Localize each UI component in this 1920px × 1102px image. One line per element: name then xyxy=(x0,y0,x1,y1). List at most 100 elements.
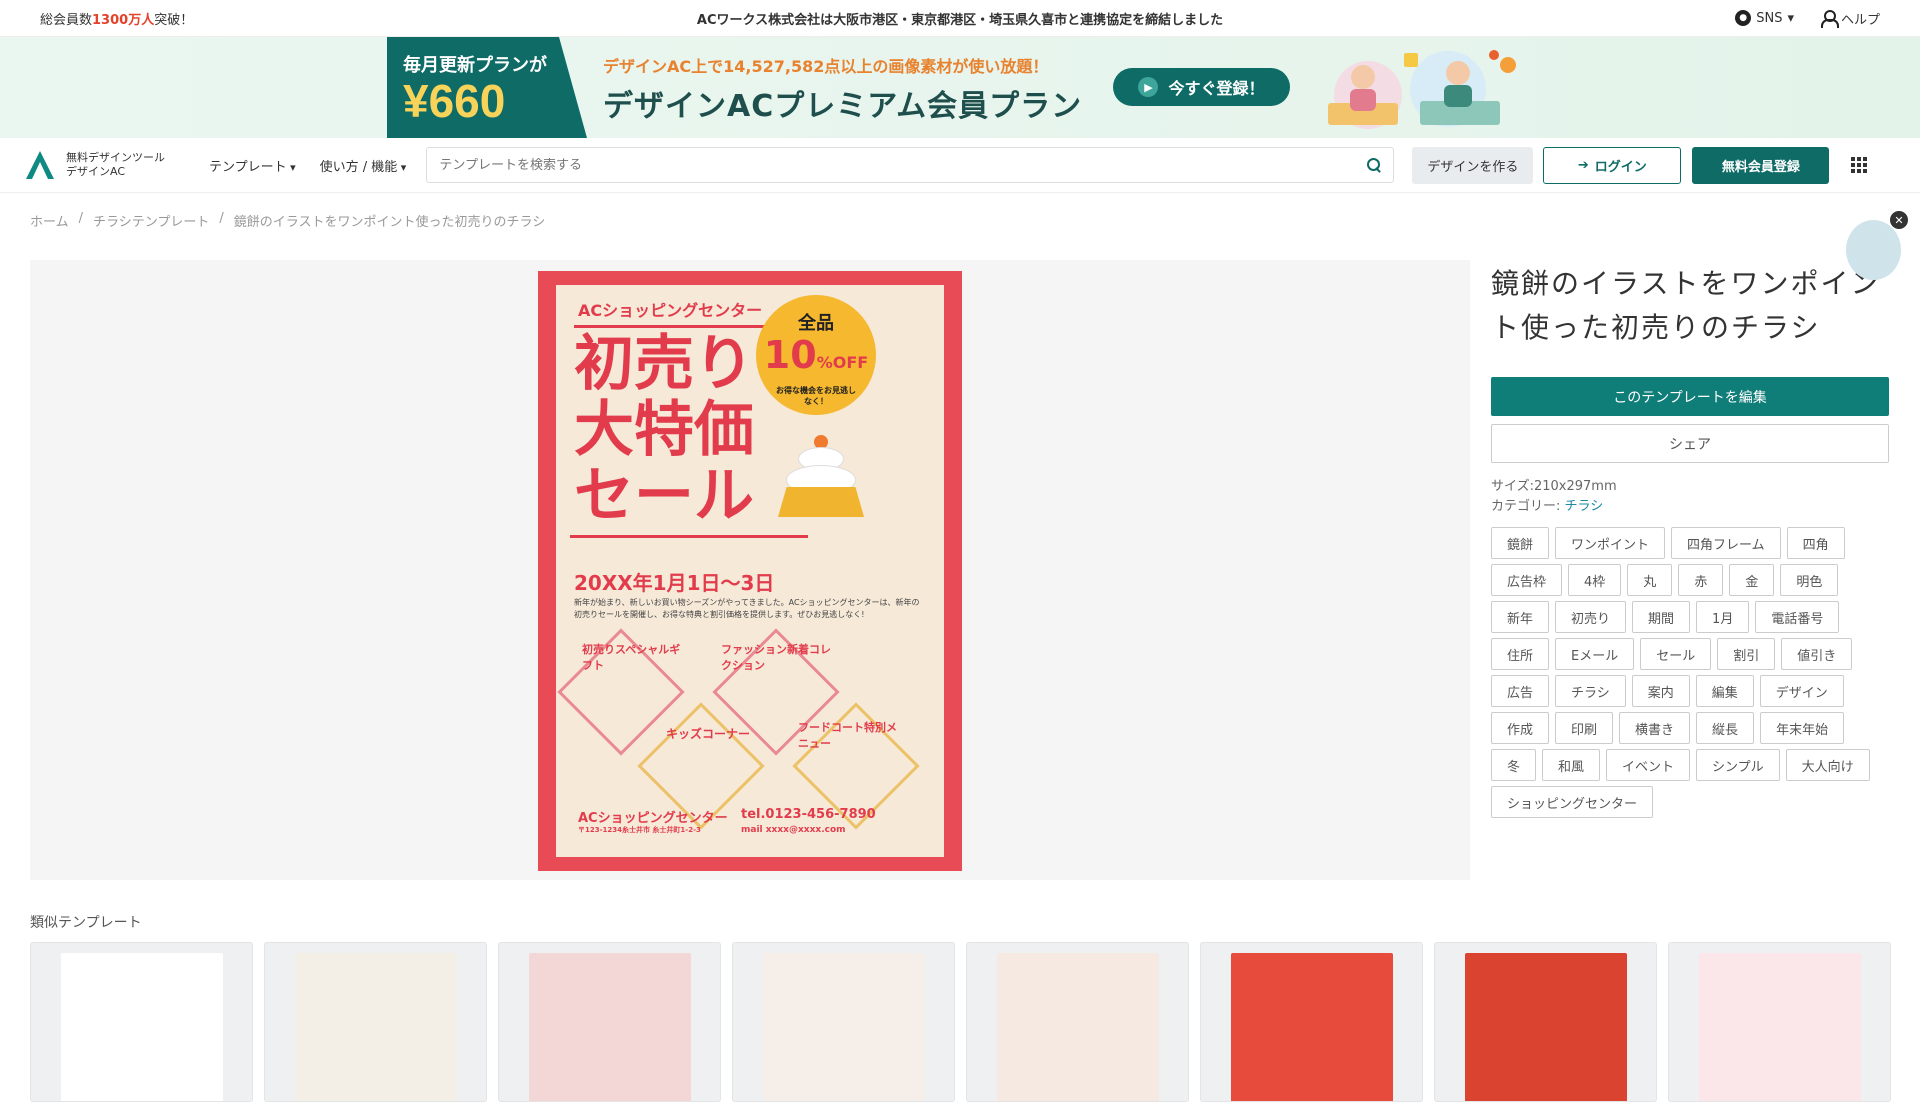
flyer-intro: 新年が始まり、新しいお買い物シーズンがやってきました。ACショッピングセンターは… xyxy=(574,598,920,619)
tag-item[interactable]: 横書き xyxy=(1619,712,1691,744)
category-link[interactable]: チラシ xyxy=(1565,499,1604,514)
help-link[interactable]: ヘルプ xyxy=(1820,9,1880,28)
tag-item[interactable]: 案内 xyxy=(1631,675,1690,707)
breadcrumb-flyer-templates[interactable]: チラシテンプレート xyxy=(93,211,209,230)
similar-template-card[interactable] xyxy=(1668,942,1891,1102)
flyer-item-1: 初売りスペシャルギフト xyxy=(582,643,681,672)
tag-item[interactable]: 電話番号 xyxy=(1755,601,1840,633)
login-icon: ➔ xyxy=(1577,157,1589,173)
template-preview: ACショッピングセンター 初売り 大特価 セール 全品 10%OFF お得な機会… xyxy=(30,260,1470,880)
template-info-panel: 鏡餅のイラストをワンポイント使った初売りのチラシ このテンプレートを編集 シェア… xyxy=(1491,262,1891,818)
nav-templates[interactable]: テンプレート xyxy=(209,156,296,175)
similar-template-card[interactable] xyxy=(30,942,253,1102)
tag-item[interactable]: ショッピングセンター xyxy=(1491,786,1654,818)
flyer-footer-tel: tel.0123-456-7890 xyxy=(741,807,876,822)
tag-item[interactable]: 明色 xyxy=(1780,564,1839,596)
flyer-item-3: キッズコーナー xyxy=(666,727,751,741)
tag-item[interactable]: 編集 xyxy=(1695,675,1754,707)
tag-item[interactable]: 冬 xyxy=(1491,749,1537,781)
similar-template-card[interactable] xyxy=(966,942,1189,1102)
edit-template-button[interactable]: このテンプレートを編集 xyxy=(1491,377,1889,416)
tag-item[interactable]: セール xyxy=(1640,638,1712,670)
tag-item[interactable]: ワンポイント xyxy=(1555,527,1666,559)
flyer-title-3: セール xyxy=(574,461,754,531)
tag-item[interactable]: 四角 xyxy=(1786,527,1845,559)
banner-copy: デザインAC上で14,527,582点以上の画像素材が使い放題！ デザインACプ… xyxy=(603,57,1083,124)
register-button[interactable]: 無料会員登録 xyxy=(1692,146,1830,184)
flyer-title-2: 大特価 xyxy=(574,395,754,465)
similar-template-card[interactable] xyxy=(732,942,955,1102)
flyer-item-2: ファッション新着コレクション xyxy=(721,643,831,672)
logo-icon xyxy=(26,151,54,179)
tag-item[interactable]: 広告 xyxy=(1491,675,1550,707)
close-icon[interactable]: ✕ xyxy=(1890,211,1908,229)
search-input[interactable] xyxy=(439,157,1368,173)
similar-template-card[interactable] xyxy=(264,942,487,1102)
premium-banner[interactable]: 毎月更新プランが ¥660 デザインAC上で14,527,582点以上の画像素材… xyxy=(0,37,1920,138)
flyer-image[interactable]: ACショッピングセンター 初売り 大特価 セール 全品 10%OFF お得な機会… xyxy=(538,271,962,871)
price-block: 毎月更新プランが ¥660 xyxy=(387,37,587,138)
template-meta: サイズ:210x297mm カテゴリー: チラシ xyxy=(1491,477,1891,517)
tag-item[interactable]: 割引 xyxy=(1717,638,1776,670)
nav-usage[interactable]: 使い方 / 機能 xyxy=(320,156,407,175)
create-design-button[interactable]: デザインを作る xyxy=(1412,146,1534,184)
tag-item[interactable]: 住所 xyxy=(1491,638,1550,670)
chat-icon: ● xyxy=(1735,10,1752,26)
tag-item[interactable]: 広告枠 xyxy=(1491,564,1563,596)
kagami-mochi-icon xyxy=(776,435,866,525)
tag-item[interactable]: イベント xyxy=(1606,749,1691,781)
similar-template-card[interactable] xyxy=(1434,942,1657,1102)
tag-item[interactable]: デザイン xyxy=(1759,675,1844,707)
user-icon xyxy=(1820,10,1839,28)
similar-template-card[interactable] xyxy=(1200,942,1423,1102)
tag-item[interactable]: 金 xyxy=(1729,564,1775,596)
apps-grid-icon[interactable] xyxy=(1851,157,1868,173)
template-title: 鏡餅のイラストをワンポイント使った初売りのチラシ xyxy=(1491,267,1881,344)
search-icon[interactable] xyxy=(1367,158,1381,172)
mascot-icon[interactable] xyxy=(1846,220,1901,280)
tag-item[interactable]: 縦長 xyxy=(1696,712,1755,744)
similar-template-card[interactable] xyxy=(498,942,721,1102)
tag-item[interactable]: 赤 xyxy=(1678,564,1724,596)
tag-item[interactable]: 1月 xyxy=(1696,601,1750,633)
news-link[interactable]: ACワークス株式会社は大阪市港区・東京都港区・埼玉県久喜市と連携協定を締結しまし… xyxy=(697,13,1223,28)
tag-item[interactable]: 和風 xyxy=(1542,749,1601,781)
arrow-right-icon: ▶ xyxy=(1138,77,1159,97)
chevron-down-icon: ▾ xyxy=(1787,10,1794,26)
tag-item[interactable]: 年末年始 xyxy=(1760,712,1845,744)
breadcrumb-home[interactable]: ホーム xyxy=(30,211,69,230)
sns-menu[interactable]: ● SNS ▾ xyxy=(1735,10,1794,26)
login-button[interactable]: ➔ ログイン xyxy=(1543,146,1682,184)
tag-item[interactable]: 作成 xyxy=(1491,712,1550,744)
tag-item[interactable]: 四角フレーム xyxy=(1671,527,1781,559)
tag-list: 鏡餅 ワンポイント 四角フレーム 四角広告枠 4枠丸赤金明色新年 初売り 期間 1月 電話番号住… xyxy=(1491,527,1881,818)
tag-item[interactable]: Eメール xyxy=(1555,638,1635,670)
discount-badge: 全品 10%OFF お得な機会をお見逃しなく！ xyxy=(756,295,876,415)
tag-item[interactable]: 期間 xyxy=(1632,601,1691,633)
tag-item[interactable]: シンプル xyxy=(1696,749,1780,781)
site-logo[interactable]: 無料デザインツール デザインAC xyxy=(24,149,189,181)
flyer-title-1: 初売り xyxy=(574,329,754,399)
breadcrumb-current: 鏡餅のイラストをワンポイント使った初売りのチラシ xyxy=(233,215,546,230)
tag-item[interactable]: 丸 xyxy=(1627,564,1673,596)
flyer-item-4: フードコート特別メニュー xyxy=(798,721,897,750)
flyer-store: ACショッピングセンター xyxy=(578,301,763,320)
share-button[interactable]: シェア xyxy=(1491,424,1889,463)
banner-illustration xyxy=(1328,50,1516,129)
tag-item[interactable]: 鏡餅 xyxy=(1491,527,1550,559)
tag-item[interactable]: 値引き xyxy=(1781,638,1853,670)
news-announcement: ACワークス株式会社は大阪市港区・東京都港区・埼玉県久喜市と連携協定を締結しまし… xyxy=(0,9,1920,28)
tag-item[interactable]: チラシ xyxy=(1555,675,1626,707)
template-size: サイズ:210x297mm xyxy=(1491,479,1617,494)
tag-item[interactable]: 印刷 xyxy=(1555,712,1614,744)
tag-item[interactable]: 新年 xyxy=(1491,601,1550,633)
tag-item[interactable]: 初売り xyxy=(1555,601,1627,633)
member-count: 総会員数1300万人突破！ xyxy=(40,12,194,28)
breadcrumb: ホーム / チラシテンプレート / 鏡餅のイラストをワンポイント使った初売りのチ… xyxy=(30,211,546,230)
register-now-button[interactable]: ▶ 今すぐ登録！ xyxy=(1113,68,1290,106)
main-nav: テンプレート 使い方 / 機能 xyxy=(209,156,406,175)
tag-item[interactable]: 大人向け xyxy=(1785,749,1870,781)
similar-templates-title: 類似テンプレート xyxy=(30,915,142,931)
tag-item[interactable]: 4枠 xyxy=(1568,564,1622,596)
flyer-footer-address: 〒123-1234糸士井市 糸士井町1-2-3 xyxy=(578,826,701,834)
